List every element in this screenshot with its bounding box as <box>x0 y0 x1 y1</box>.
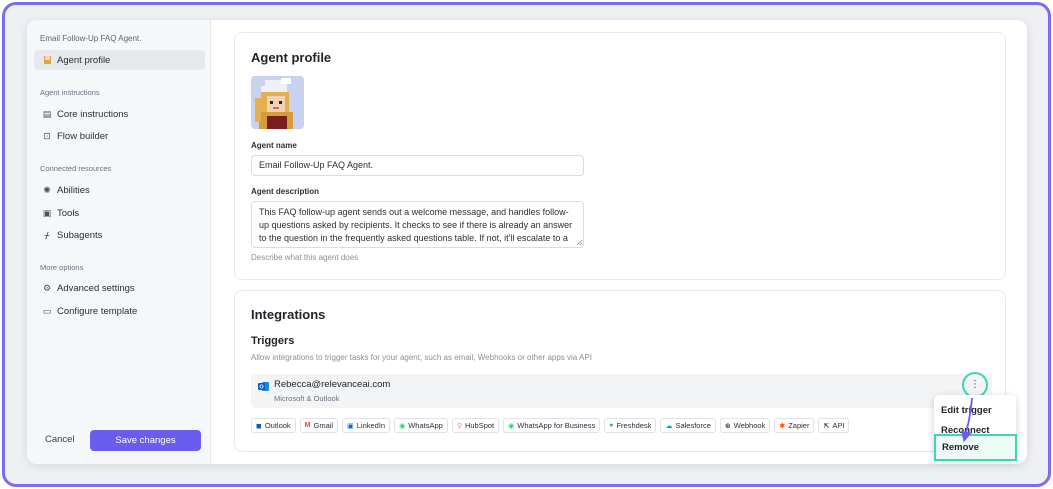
sidebar-item-tools[interactable]: ▣ Tools <box>34 203 205 223</box>
menu-item-edit-trigger[interactable]: Edit trigger <box>941 405 992 416</box>
chip-label: Outlook <box>264 421 291 430</box>
gear-icon: ⚙ <box>42 282 52 293</box>
agent-description-label: Agent description <box>251 187 320 196</box>
chip-label: HubSpot <box>464 421 495 430</box>
trigger-email: Rebecca@relevanceai.com <box>274 379 391 390</box>
sidebar-item-label: Agent profile <box>57 54 111 66</box>
agent-settings-window: Email Follow-Up FAQ Agent. Agent profile… <box>27 20 1027 464</box>
chip-api[interactable]: ⇱ API <box>818 418 850 433</box>
hierarchy-icon: ᚋ <box>44 229 50 240</box>
salesforce-icon: ☁ <box>665 422 673 430</box>
document-icon: ▤ <box>42 108 52 119</box>
sidebar-item-label: Flow builder <box>57 130 109 142</box>
sidebar-item-label: Configure template <box>57 305 138 317</box>
sidebar-item-label: Advanced settings <box>57 282 135 294</box>
sidebar-item-advanced-settings[interactable]: ⚙ Advanced settings <box>34 278 205 298</box>
trigger-row[interactable]: O Rebecca@relevanceai.com Microsoft & Ou… <box>251 374 992 408</box>
screenshot-frame: Email Follow-Up FAQ Agent. Agent profile… <box>2 2 1051 487</box>
chip-whatsapp[interactable]: ◉ WhatsApp <box>394 418 448 433</box>
triggers-hint: Allow integrations to trigger tasks for … <box>251 353 592 362</box>
chip-hubspot[interactable]: ⚲ HubSpot <box>451 418 500 433</box>
page-title: Agent profile <box>251 50 332 65</box>
sidebar-section-more: More options <box>40 263 84 272</box>
chip-label: Freshdesk <box>616 421 652 430</box>
chip-label: API <box>832 421 845 430</box>
whatsapp-business-icon: ◉ <box>508 422 515 430</box>
tools-icon: ▣ <box>42 207 52 218</box>
resize-handle-icon[interactable] <box>576 239 583 246</box>
chip-label: Zapier <box>788 421 810 430</box>
hubspot-icon: ⚲ <box>456 422 462 430</box>
chip-webhook[interactable]: ⊛ Webhook <box>719 418 771 433</box>
chip-label: WhatsApp <box>408 421 443 430</box>
agent-description-field[interactable]: This FAQ follow-up agent sends out a wel… <box>251 201 584 248</box>
whatsapp-icon: ◉ <box>399 422 406 430</box>
sidebar-section-instructions: Agent instructions <box>40 88 100 97</box>
sidebar-item-label: Tools <box>57 207 80 219</box>
chip-linkedin[interactable]: ▣ LinkedIn <box>342 418 391 433</box>
freshdesk-icon: ● <box>609 422 614 429</box>
sidebar-item-subagents[interactable]: ᚋ Subagents <box>34 225 205 245</box>
sidebar-section-resources: Connected resources <box>40 164 112 173</box>
integrations-title: Integrations <box>251 307 326 322</box>
chip-label: Salesforce <box>675 421 711 430</box>
sidebar: Email Follow-Up FAQ Agent. Agent profile… <box>27 20 211 464</box>
agent-name-field[interactable]: Email Follow-Up FAQ Agent. <box>251 155 584 176</box>
agent-avatar[interactable] <box>251 76 304 129</box>
chip-outlook[interactable]: ◼ Outlook <box>251 418 296 433</box>
menu-item-remove[interactable]: Remove <box>934 434 1017 461</box>
triggers-title: Triggers <box>251 335 295 347</box>
chip-label: Gmail <box>313 421 334 430</box>
outlook-icon: ◼ <box>256 422 262 430</box>
sparkle-icon: ✺ <box>43 184 51 195</box>
gmail-icon: M <box>304 422 311 429</box>
zapier-icon: ✱ <box>779 422 786 430</box>
chip-label: LinkedIn <box>356 421 386 430</box>
chip-freshdesk[interactable]: ● Freshdesk <box>604 418 657 433</box>
save-changes-button[interactable]: Save changes <box>90 430 201 451</box>
linkedin-icon: ▣ <box>347 422 354 430</box>
sidebar-item-label: Abilities <box>57 184 90 196</box>
chip-label: WhatsApp for Business <box>517 421 596 430</box>
chip-gmail[interactable]: M Gmail <box>299 418 339 433</box>
outlook-icon: O <box>258 382 269 391</box>
sidebar-item-abilities[interactable]: ✺ Abilities <box>34 180 205 200</box>
chip-zapier[interactable]: ✱ Zapier <box>774 418 815 433</box>
cancel-button[interactable]: Cancel <box>45 434 75 445</box>
svg-text:O: O <box>259 385 264 391</box>
sidebar-agent-name: Email Follow-Up FAQ Agent. <box>40 34 142 43</box>
agent-name-label: Agent name <box>251 141 297 150</box>
chip-salesforce[interactable]: ☁ Salesforce <box>660 418 716 433</box>
integration-chips: ◼ Outlook M Gmail ▣ LinkedIn ◉ WhatsApp ⚲ Hub… <box>251 418 850 433</box>
sidebar-item-configure-template[interactable]: ▭ Configure template <box>34 301 205 321</box>
sidebar-item-agent-profile[interactable]: Agent profile <box>34 50 205 70</box>
sidebar-item-label: Subagents <box>57 229 103 241</box>
monitor-icon: ⊡ <box>43 130 51 141</box>
sidebar-item-label: Core instructions <box>57 108 129 120</box>
chip-whatsapp-business[interactable]: ◉ WhatsApp for Business <box>503 418 601 433</box>
trigger-provider: Microsoft & Outlook <box>274 394 340 403</box>
menu-item-remove-label: Remove <box>942 442 979 453</box>
webhook-icon: ⊛ <box>724 422 731 430</box>
main-content: Agent profile Agent name Email Follow-Up… <box>212 20 1027 464</box>
integrations-card: Integrations Triggers Allow integrations… <box>234 290 1006 452</box>
sidebar-item-core-instructions[interactable]: ▤ Core instructions <box>34 104 205 124</box>
sidebar-item-flow-builder[interactable]: ⊡ Flow builder <box>34 126 205 146</box>
template-icon: ▭ <box>42 305 52 316</box>
agent-avatar-icon <box>41 54 53 66</box>
chip-label: Webhook <box>733 421 766 430</box>
agent-profile-card: Agent profile Agent name Email Follow-Up… <box>234 32 1006 280</box>
trigger-more-options-icon[interactable]: ⋮ <box>965 376 985 394</box>
external-link-icon: ⇱ <box>823 422 830 430</box>
agent-description-hint: Describe what this agent does <box>251 253 359 262</box>
